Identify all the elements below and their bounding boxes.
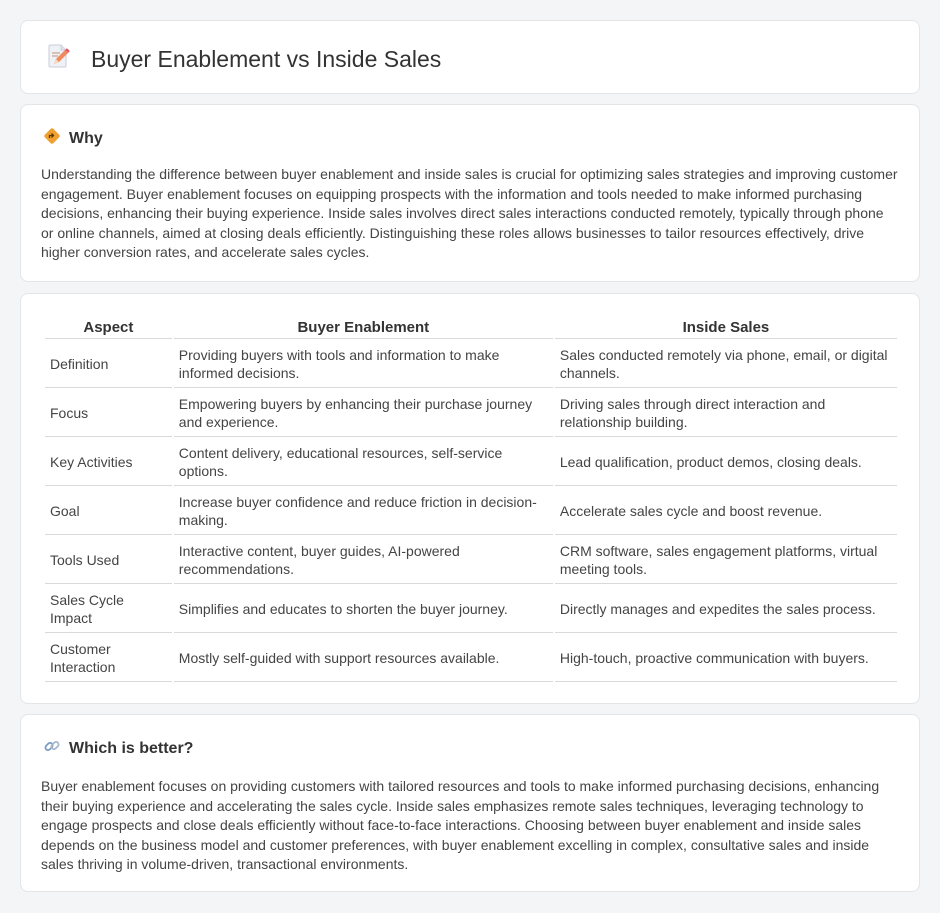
table-row: Goal Increase buyer confidence and reduc… [45, 488, 897, 535]
why-section: Why Understanding the difference between… [20, 104, 920, 282]
inside-sales-cell: Driving sales through direct interaction… [554, 390, 897, 437]
title-card: Buyer Enablement vs Inside Sales [20, 20, 920, 94]
buyer-enablement-cell: Content delivery, educational resources,… [173, 439, 553, 486]
aspect-cell: Sales Cycle Impact [45, 586, 172, 633]
inside-sales-cell: CRM software, sales engagement platforms… [554, 537, 897, 584]
which-is-better-header: Which is better? [43, 737, 193, 760]
which-is-better-title: Which is better? [69, 739, 194, 757]
which-is-better-body: Buyer enablement focuses on providing cu… [41, 778, 880, 873]
inside-sales-cell: Lead qualification, product demos, closi… [554, 439, 897, 486]
aspect-cell: Definition [45, 341, 172, 388]
buyer-enablement-cell: Mostly self-guided with support resource… [173, 635, 553, 682]
table-header-row: Aspect Buyer Enablement Inside Sales [45, 318, 897, 339]
buyer-enablement-cell: Simplifies and educates to shorten the b… [173, 586, 553, 633]
aspect-cell: Tools Used [45, 537, 172, 584]
column-header-buyer-enablement: Buyer Enablement [173, 318, 553, 339]
why-title: Why [69, 129, 103, 147]
page-title: Buyer Enablement vs Inside Sales [91, 45, 442, 72]
buyer-enablement-cell: Interactive content, buyer guides, AI-po… [173, 537, 553, 584]
why-body: Understanding the difference between buy… [41, 166, 898, 261]
inside-sales-cell: High-touch, proactive communication with… [554, 635, 897, 682]
inside-sales-cell: Directly manages and expedites the sales… [554, 586, 897, 633]
link-icon [43, 737, 69, 760]
buyer-enablement-cell: Providing buyers with tools and informat… [173, 341, 553, 388]
inside-sales-cell: Accelerate sales cycle and boost revenue… [554, 488, 897, 535]
table-row: Tools Used Interactive content, buyer gu… [45, 537, 897, 584]
aspect-cell: Focus [45, 390, 172, 437]
page-header: Buyer Enablement vs Inside Sales [45, 43, 441, 74]
table-row: Key Activities Content delivery, educati… [45, 439, 897, 486]
column-header-inside-sales: Inside Sales [554, 318, 897, 339]
document-pencil-icon [45, 43, 91, 74]
buyer-enablement-cell: Empowering buyers by enhancing their pur… [173, 390, 553, 437]
diamond-direction-icon [43, 127, 69, 150]
column-header-aspect: Aspect [45, 318, 172, 339]
aspect-cell: Key Activities [45, 439, 172, 486]
inside-sales-cell: Sales conducted remotely via phone, emai… [554, 341, 897, 388]
which-is-better-section: Which is better? Buyer enablement focuse… [20, 714, 920, 892]
table-row: Focus Empowering buyers by enhancing the… [45, 390, 897, 437]
comparison-table: Aspect Buyer Enablement Inside Sales Def… [43, 316, 899, 684]
why-section-header: Why [43, 127, 103, 150]
table-row: Definition Providing buyers with tools a… [45, 341, 897, 388]
table-row: Customer Interaction Mostly self-guided … [45, 635, 897, 682]
aspect-cell: Goal [45, 488, 172, 535]
table-row: Sales Cycle Impact Simplifies and educat… [45, 586, 897, 633]
buyer-enablement-cell: Increase buyer confidence and reduce fri… [173, 488, 553, 535]
comparison-section: Aspect Buyer Enablement Inside Sales Def… [20, 293, 920, 704]
aspect-cell: Customer Interaction [45, 635, 172, 682]
